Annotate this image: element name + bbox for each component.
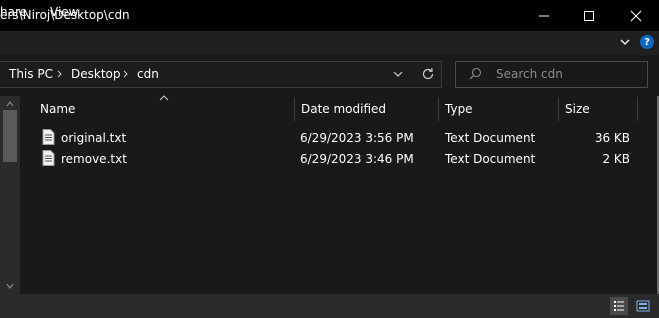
file-name: original.txt — [61, 131, 127, 145]
help-label: ? — [644, 36, 650, 48]
minimize-button[interactable] — [521, 0, 567, 31]
search-icon — [469, 67, 482, 80]
column-header-name[interactable]: Name — [40, 102, 75, 116]
scroll-down-icon[interactable] — [5, 282, 15, 290]
nav-scrollbar-thumb[interactable] — [3, 110, 17, 162]
maximize-button[interactable] — [566, 0, 612, 31]
file-row[interactable]: original.txt 6/29/2023 3:56 PM Text Docu… — [38, 128, 636, 148]
scroll-up-icon[interactable] — [5, 100, 15, 108]
file-size: 36 KB — [594, 131, 630, 145]
ribbon — [0, 31, 659, 55]
help-icon[interactable]: ? — [640, 35, 654, 49]
tab-view[interactable]: View — [50, 5, 78, 19]
breadcrumb-desktop[interactable]: Desktop — [71, 67, 121, 81]
close-button[interactable] — [613, 0, 659, 31]
address-bar[interactable] — [0, 61, 442, 88]
column-header-size[interactable]: Size — [565, 102, 590, 116]
column-header-date-modified[interactable]: Date modified — [301, 102, 386, 116]
sort-ascending-icon — [159, 95, 169, 101]
file-type: Text Document — [445, 131, 536, 145]
file-date-modified: 6/29/2023 3:46 PM — [300, 152, 414, 166]
tab-share[interactable]: hare — [0, 5, 27, 19]
breadcrumb-this-pc[interactable]: This PC — [9, 67, 53, 81]
breadcrumb-separator-icon[interactable] — [57, 70, 63, 78]
maximize-icon — [584, 10, 594, 21]
breadcrumb-cdn[interactable]: cdn — [137, 67, 159, 81]
column-divider[interactable] — [294, 97, 295, 121]
details-view-icon — [614, 301, 624, 311]
large-icons-view-button[interactable] — [634, 297, 652, 315]
minimize-icon — [539, 15, 549, 16]
column-divider[interactable] — [637, 97, 638, 121]
file-date-modified: 6/29/2023 3:56 PM — [300, 131, 414, 145]
file-row[interactable]: remove.txt 6/29/2023 3:46 PM Text Docume… — [38, 149, 636, 169]
large-icons-view-icon — [636, 300, 650, 312]
details-view-button[interactable] — [610, 297, 628, 315]
address-history-chevron-icon[interactable] — [392, 70, 404, 78]
column-divider[interactable] — [438, 97, 439, 121]
file-name: remove.txt — [61, 152, 127, 166]
column-header-type[interactable]: Type — [445, 102, 473, 116]
file-size: 2 KB — [602, 152, 630, 166]
column-divider[interactable] — [558, 97, 559, 121]
breadcrumb-separator-icon[interactable] — [123, 70, 129, 78]
ribbon-expand-chevron-icon[interactable] — [619, 37, 631, 47]
file-type: Text Document — [445, 152, 536, 166]
search-placeholder: Search cdn — [496, 67, 563, 81]
close-icon — [630, 10, 642, 21]
status-bar — [0, 294, 659, 318]
text-file-icon — [42, 150, 55, 166]
text-file-icon — [42, 129, 55, 145]
refresh-icon[interactable] — [421, 67, 435, 81]
